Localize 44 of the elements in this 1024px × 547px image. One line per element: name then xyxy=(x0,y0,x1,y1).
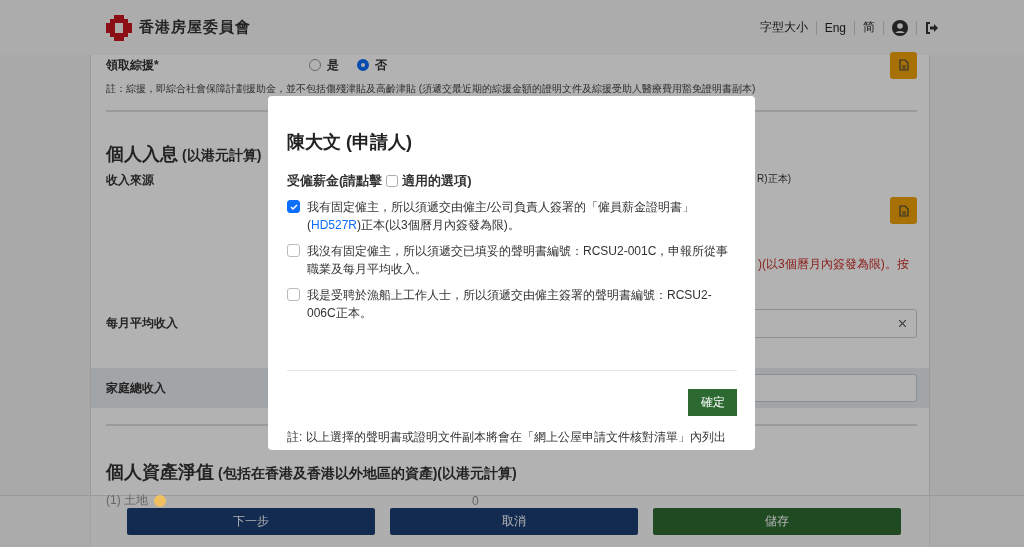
section-subtitle: (以港元計算) xyxy=(182,147,262,165)
field-value: 0 xyxy=(472,493,479,508)
check-icon xyxy=(289,202,298,211)
checkbox-icon xyxy=(386,175,399,187)
clear-icon[interactable] xyxy=(899,320,906,327)
warning-text: )(以3個曆月內簽發為限)。按 xyxy=(758,256,910,273)
checkbox[interactable] xyxy=(287,288,300,301)
field-label: (1) 土地 xyxy=(106,492,148,509)
confirm-button[interactable]: 確定 xyxy=(688,389,737,416)
user-icon[interactable] xyxy=(892,19,908,36)
radio-option[interactable]: 否 xyxy=(356,56,387,74)
section-title: 個人入息 xyxy=(106,143,178,166)
checkbox[interactable] xyxy=(287,244,300,257)
footer-button[interactable]: 下一步 xyxy=(127,508,375,535)
header-link[interactable]: Eng xyxy=(824,20,846,35)
footer-button[interactable]: 取消 xyxy=(390,508,638,535)
option-text: 我有固定僱主，所以須遞交由僱主/公司負責人簽署的「僱員薪金證明書」(HD527R)正本(以3個曆月內簽發為限)。 xyxy=(307,199,696,234)
document-icon xyxy=(898,204,909,217)
document-button[interactable] xyxy=(890,197,917,224)
note-text: R)正本) xyxy=(757,172,791,186)
document-link[interactable]: HD527R xyxy=(311,218,358,232)
dialog-heading: 受僱薪金(請點擊 xyxy=(287,172,383,190)
field-label: 家庭總收入 xyxy=(106,379,166,397)
field-label: 領取綜援* xyxy=(106,56,159,74)
dialog-title: 陳大文 (申請人) xyxy=(287,131,413,154)
checkbox[interactable] xyxy=(287,200,300,213)
dialog-heading: 適用的選項) xyxy=(402,172,472,190)
header-link[interactable]: 字型大小 xyxy=(759,19,808,36)
section-title: 個人資產淨值 xyxy=(106,461,214,484)
logout-icon[interactable] xyxy=(925,21,938,34)
dialog-note: 註: 以上選擇的聲明書或證明文件副本將會在「網上公屋申請文件核對清單」內列出 xyxy=(287,429,727,446)
option-text: 我是受聘於漁船上工作人士，所以須遞交由僱主簽署的聲明書編號：RCSU2-006C正本。 xyxy=(307,287,713,322)
field-label: 收入來源 xyxy=(106,172,154,189)
footer-button[interactable]: 儲存 xyxy=(653,508,901,535)
section-subtitle: (包括在香港及香港以外地區的資產)(以港元計算) xyxy=(218,465,517,483)
document-icon xyxy=(898,59,909,71)
option-text: 我沒有固定僱主，所以須遞交已填妥的聲明書編號：RCSU2-001C，申報所從事職業及每月平均收入。 xyxy=(307,243,730,278)
radio-option[interactable]: 是 xyxy=(308,56,339,74)
header-link[interactable]: 简 xyxy=(863,19,875,36)
field-label: 每月平均收入 xyxy=(106,315,178,332)
document-button[interactable] xyxy=(890,51,917,79)
logo-text: 香港房屋委員會 xyxy=(139,18,251,37)
note-text: 註：綜援，即綜合社會保障計劃援助金，並不包括傷殘津貼及高齡津貼 (須遞交最近期的綜援金額的證明文件及綜援受助人醫療費用豁免證明書副本) xyxy=(106,82,757,96)
logo-icon xyxy=(105,13,133,42)
